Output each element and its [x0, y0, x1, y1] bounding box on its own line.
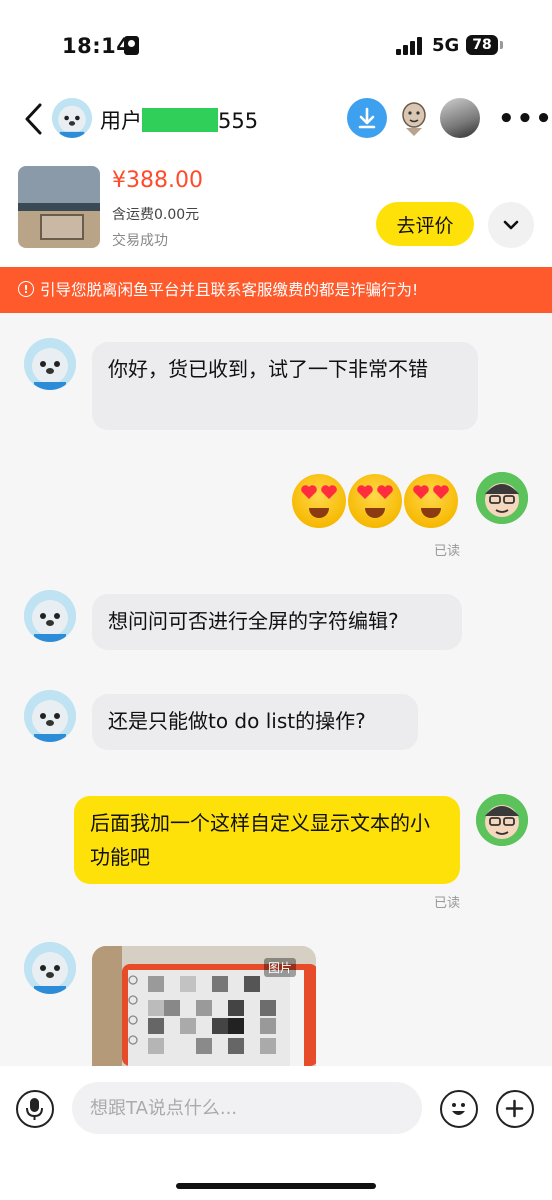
- sticker-avatar-icon[interactable]: [394, 98, 434, 138]
- cellular-signal-icon: [396, 37, 424, 55]
- contact-name-suffix: 555: [218, 109, 259, 133]
- my-avatar[interactable]: [476, 472, 528, 524]
- transaction-status: 交易成功: [112, 233, 168, 249]
- microphone-icon[interactable]: [16, 1090, 54, 1128]
- heart-eyes-emoji: [292, 474, 346, 528]
- plus-icon[interactable]: [496, 1090, 534, 1128]
- contact-card-icon: [124, 36, 139, 55]
- photo-avatar-icon[interactable]: [440, 98, 480, 138]
- input-bar: [0, 1066, 552, 1200]
- message-input[interactable]: [72, 1082, 422, 1134]
- contact-avatar[interactable]: [52, 98, 92, 138]
- product-shipping: 含运费0.00元: [112, 207, 200, 223]
- fraud-warning-banner: 引导您脱离闲鱼平台并且联系客服缴费的都是诈骗行为!: [0, 267, 552, 313]
- product-thumbnail[interactable]: [18, 166, 100, 248]
- read-receipt: 已读: [434, 896, 461, 911]
- home-indicator: [176, 1183, 376, 1189]
- read-receipt: 已读: [434, 544, 461, 559]
- chat-header: 用户 555 •••: [0, 90, 552, 160]
- contact-message-avatar[interactable]: [24, 690, 76, 742]
- emoji-icon[interactable]: [440, 1090, 478, 1128]
- warning-text: 引导您脱离闲鱼平台并且联系客服缴费的都是诈骗行为!: [40, 281, 419, 299]
- product-price: ¥388.00: [112, 168, 203, 193]
- back-icon[interactable]: [22, 102, 52, 136]
- heart-eyes-emoji: [404, 474, 458, 528]
- redacted-mask: [142, 108, 218, 132]
- heart-eyes-emoji: [348, 474, 402, 528]
- contact-name: 用户 555: [100, 105, 258, 135]
- contact-message-avatar[interactable]: [24, 590, 76, 642]
- contact-name-prefix: 用户: [100, 109, 142, 133]
- image-tag: 图片: [264, 958, 297, 977]
- more-options-icon[interactable]: •••: [498, 104, 552, 134]
- message-bubble[interactable]: 还是只能做to do list的操作?: [92, 694, 418, 750]
- contact-message-avatar[interactable]: [24, 338, 76, 390]
- warning-icon: [18, 267, 34, 313]
- review-button[interactable]: 去评价: [376, 202, 474, 246]
- message-bubble[interactable]: 想问问可否进行全屏的字符编辑?: [92, 594, 462, 650]
- network-type: 5G: [432, 35, 460, 56]
- contact-message-avatar[interactable]: [24, 942, 76, 994]
- battery-icon: 78: [466, 35, 498, 55]
- my-message-bubble[interactable]: 后面我加一个这样自定义显示文本的小功能吧: [74, 796, 460, 884]
- message-bubble[interactable]: 你好，货已收到，试了一下非常不错: [92, 342, 478, 430]
- product-card[interactable]: ¥388.00 含运费0.00元 交易成功 去评价: [0, 160, 552, 267]
- battery-cap: [500, 41, 503, 49]
- download-icon[interactable]: [347, 98, 387, 138]
- chevron-down-icon[interactable]: [488, 202, 534, 248]
- status-time: 18:14: [62, 34, 132, 58]
- my-avatar[interactable]: [476, 794, 528, 846]
- status-bar: 18:14 5G 78: [0, 0, 552, 90]
